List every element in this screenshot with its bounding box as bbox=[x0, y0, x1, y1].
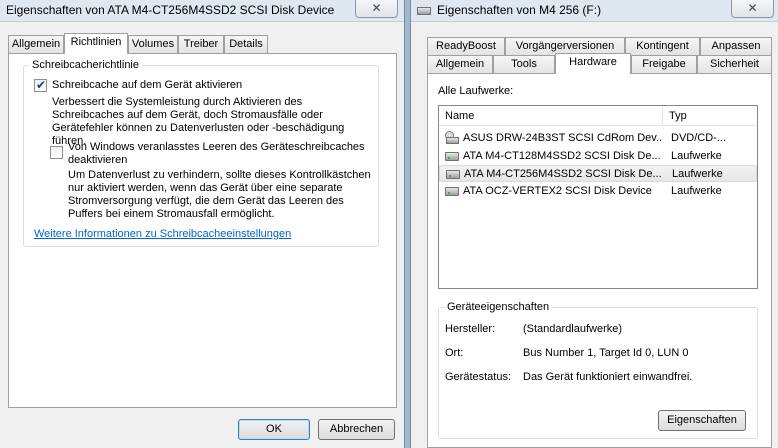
more-info-link[interactable]: Weitere Informationen zu Schreibcacheein… bbox=[34, 228, 291, 240]
disable-cache-flushing-checkbox[interactable] bbox=[50, 146, 63, 159]
cancel-button[interactable]: Abbrechen bbox=[318, 419, 395, 440]
left-window-title: Eigenschaften von ATA M4-CT256M4SSD2 SCS… bbox=[6, 3, 335, 17]
tab-details[interactable]: Details bbox=[224, 35, 268, 53]
disable-cache-flushing-description: Um Datenverlust zu verhindern, sollte di… bbox=[68, 169, 371, 220]
right-title-bar[interactable]: Eigenschaften von M4 256 (F:) ✕ bbox=[411, 0, 778, 22]
tab-hardware[interactable]: Hardware bbox=[555, 53, 631, 74]
manufacturer-label: Hersteller: bbox=[445, 323, 496, 335]
tab-tools[interactable]: Tools bbox=[493, 55, 555, 73]
close-icon[interactable]: ✕ bbox=[355, 0, 398, 18]
ok-button[interactable]: OK bbox=[238, 419, 310, 440]
disk-properties-window: Eigenschaften von ATA M4-CT256M4SSD2 SCS… bbox=[0, 0, 405, 448]
location-label: Ort: bbox=[445, 347, 464, 359]
drive-name: ATA M4-CT256M4SSD2 SCSI Disk De... bbox=[464, 168, 662, 180]
drive-type: Laufwerke bbox=[672, 168, 723, 180]
manufacturer-value: (Standardlaufwerke) bbox=[523, 323, 623, 335]
enable-write-cache-label[interactable]: Schreibcache auf dem Gerät aktivieren bbox=[52, 79, 242, 92]
properties-button[interactable]: Eigenschaften bbox=[658, 410, 746, 431]
tab-freigabe[interactable]: Freigabe bbox=[631, 55, 697, 73]
list-item[interactable]: ATA M4-CT128M4SSD2 SCSI Disk De... Laufw… bbox=[439, 148, 757, 165]
drive-name: ASUS DRW-24B3ST SCSI CdRom Dev... bbox=[463, 132, 663, 144]
hardware-panel: Alle Laufwerke: Name Typ ASUS DRW-24B3ST… bbox=[427, 73, 772, 448]
check-mark-icon: ✔ bbox=[36, 78, 47, 92]
right-window-title: Eigenschaften von M4 256 (F:) bbox=[437, 3, 602, 17]
device-properties-group: Geräteeigenschaften Hersteller: (Standar… bbox=[438, 301, 758, 439]
drive-name: ATA M4-CT128M4SSD2 SCSI Disk De... bbox=[463, 150, 661, 162]
drive-icon bbox=[417, 7, 431, 15]
left-tab-row: Allgemein Richtlinien Volumes Treiber De… bbox=[8, 33, 398, 54]
right-tab-row-2: Allgemein Tools Hardware Freigabe Sicher… bbox=[427, 53, 772, 74]
column-name[interactable]: Name bbox=[439, 106, 663, 126]
column-type[interactable]: Typ bbox=[663, 106, 757, 126]
tab-treiber[interactable]: Treiber bbox=[178, 35, 224, 53]
drive-type: Laufwerke bbox=[671, 150, 722, 162]
drives-list[interactable]: Name Typ ASUS DRW-24B3ST SCSI CdRom Dev.… bbox=[438, 105, 758, 289]
cdrom-icon bbox=[445, 131, 459, 145]
tab-sicherheit[interactable]: Sicherheit bbox=[697, 55, 772, 73]
list-header: Name Typ bbox=[439, 106, 757, 126]
group-title: Geräteeigenschaften bbox=[444, 301, 553, 313]
drive-name: ATA OCZ-VERTEX2 SCSI Disk Device bbox=[463, 185, 652, 197]
tab-allgemein[interactable]: Allgemein bbox=[427, 55, 493, 73]
group-title: Schreibcacherichtlinie bbox=[29, 59, 142, 71]
list-item[interactable]: ASUS DRW-24B3ST SCSI CdRom Dev... DVD/CD… bbox=[439, 130, 757, 147]
drive-type: DVD/CD-... bbox=[671, 132, 726, 144]
tab-allgemein[interactable]: Allgemein bbox=[8, 35, 64, 53]
device-status-value: Das Gerät funktioniert einwandfrei. bbox=[523, 371, 693, 383]
enable-write-cache-checkbox[interactable]: ✔ bbox=[34, 78, 47, 92]
device-status-label: Gerätestatus: bbox=[445, 371, 512, 383]
tab-volumes[interactable]: Volumes bbox=[128, 35, 178, 53]
write-cache-policy-group: Schreibcacherichtlinie ✔ Schreibcache au… bbox=[23, 59, 379, 247]
disable-cache-flushing-label[interactable]: Von Windows veranlasstes Leeren des Gerä… bbox=[68, 141, 368, 167]
right-tab-row-1: ReadyBoost Vorgängerversionen Kontingent… bbox=[427, 35, 772, 55]
list-item[interactable]: ATA OCZ-VERTEX2 SCSI Disk Device Laufwer… bbox=[439, 183, 757, 200]
disk-drive-icon bbox=[445, 187, 459, 196]
tab-richtlinien[interactable]: Richtlinien bbox=[64, 33, 128, 54]
all-drives-label: Alle Laufwerke: bbox=[438, 85, 514, 97]
volume-properties-window: Eigenschaften von M4 256 (F:) ✕ ReadyBoo… bbox=[410, 0, 778, 448]
disk-drive-icon bbox=[446, 170, 460, 179]
close-icon[interactable]: ✕ bbox=[731, 0, 774, 18]
left-title-bar[interactable]: Eigenschaften von ATA M4-CT256M4SSD2 SCS… bbox=[0, 0, 404, 22]
disk-drive-icon bbox=[445, 152, 459, 161]
list-item-selected[interactable]: ATA M4-CT256M4SSD2 SCSI Disk De... Laufw… bbox=[439, 165, 757, 182]
richtlinien-panel: Schreibcacherichtlinie ✔ Schreibcache au… bbox=[8, 53, 397, 408]
drive-type: Laufwerke bbox=[671, 185, 722, 197]
location-value: Bus Number 1, Target Id 0, LUN 0 bbox=[523, 347, 689, 359]
